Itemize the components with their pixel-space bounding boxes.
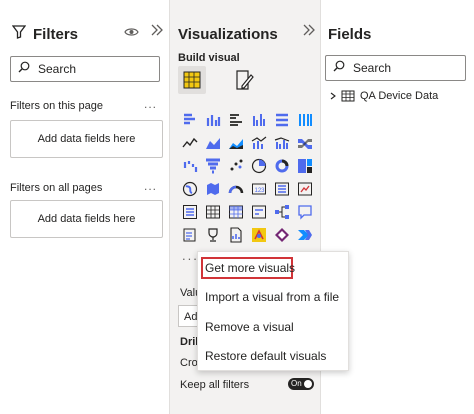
eye-icon[interactable] xyxy=(124,25,139,41)
filled-map-icon[interactable] xyxy=(201,177,224,200)
azure-map-icon[interactable] xyxy=(247,223,270,246)
power-automate-icon[interactable] xyxy=(293,223,316,246)
decomposition-tree-icon[interactable] xyxy=(270,200,293,223)
filters-page-label: Filters on this page xyxy=(10,100,103,112)
filter-icon xyxy=(11,25,27,42)
table-icon[interactable] xyxy=(201,200,224,223)
build-visual-icon xyxy=(183,71,201,89)
fields-search-input[interactable]: Search xyxy=(325,55,466,81)
area-chart-icon[interactable] xyxy=(201,131,224,154)
stacked-bar-chart-icon[interactable] xyxy=(178,108,201,131)
visualizations-title: Visualizations xyxy=(178,26,278,43)
matrix-icon[interactable] xyxy=(224,200,247,223)
ribbon-chart-icon[interactable] xyxy=(293,131,316,154)
format-visual-icon xyxy=(236,70,254,90)
build-visual-label: Build visual xyxy=(178,52,240,64)
map-icon[interactable] xyxy=(178,177,201,200)
100-stacked-column-chart-icon[interactable] xyxy=(293,108,316,131)
fields-search-placeholder: Search xyxy=(353,61,392,75)
power-apps-icon[interactable] xyxy=(270,223,293,246)
toggle-label: On xyxy=(291,379,302,388)
pie-chart-icon[interactable] xyxy=(247,154,270,177)
donut-chart-icon[interactable] xyxy=(270,154,293,177)
more-options-icon[interactable]: ... xyxy=(144,179,157,193)
stacked-area-chart-icon[interactable] xyxy=(224,131,247,154)
filters-search-input[interactable]: Search xyxy=(10,56,160,82)
keep-all-filters-toggle[interactable]: On xyxy=(288,378,314,390)
filters-search-placeholder: Search xyxy=(38,62,77,76)
clustered-bar-chart-icon[interactable] xyxy=(224,108,247,131)
clustered-column-chart-icon[interactable] xyxy=(247,108,270,131)
line-and-clustered-column-chart-icon[interactable] xyxy=(270,131,293,154)
get-more-visuals-item[interactable]: Get more visuals xyxy=(205,261,295,275)
filters-title: Filters xyxy=(33,26,79,43)
filters-page-dropzone[interactable]: Add data fields here xyxy=(10,120,163,158)
filters-all-dropzone[interactable]: Add data fields here xyxy=(10,200,163,238)
build-visual-tab[interactable] xyxy=(178,66,206,94)
format-visual-tab[interactable] xyxy=(230,66,258,94)
chevron-right-icon xyxy=(330,92,336,100)
trophy-icon[interactable] xyxy=(201,223,224,246)
restore-default-visuals-item[interactable]: Restore default visuals xyxy=(205,349,326,363)
kpi-icon[interactable] xyxy=(293,177,316,200)
drill-through-label: Dril xyxy=(180,336,199,348)
scatter-chart-icon[interactable] xyxy=(224,154,247,177)
search-icon xyxy=(18,61,30,73)
line-chart-icon[interactable] xyxy=(178,131,201,154)
qa-icon[interactable] xyxy=(293,200,316,223)
collapse-viz-icon[interactable] xyxy=(302,23,316,40)
table-name: QA Device Data xyxy=(360,90,439,102)
filters-pane: Filters Search Filters on this page ... … xyxy=(0,0,170,414)
funnel-chart-icon[interactable] xyxy=(201,154,224,177)
fields-title: Fields xyxy=(328,26,372,43)
visual-gallery: 123 xyxy=(178,108,316,246)
more-visuals-menu: Get more visuals Import a visual from a … xyxy=(197,251,349,371)
stacked-column-chart-icon[interactable] xyxy=(201,108,224,131)
r-visual-icon[interactable] xyxy=(247,200,270,223)
treemap-icon[interactable] xyxy=(293,154,316,177)
card-icon[interactable]: 123 xyxy=(247,177,270,200)
remove-visual-item[interactable]: Remove a visual xyxy=(205,320,294,334)
import-visual-item[interactable]: Import a visual from a file xyxy=(205,290,339,304)
waterfall-chart-icon[interactable] xyxy=(178,154,201,177)
more-options-icon[interactable]: ... xyxy=(144,97,157,111)
gauge-icon[interactable] xyxy=(224,177,247,200)
field-table-item[interactable]: QA Device Data xyxy=(329,90,438,102)
filters-all-label: Filters on all pages xyxy=(10,182,103,194)
line-and-column-chart-icon[interactable] xyxy=(247,131,270,154)
table-icon xyxy=(341,90,355,102)
slicer-icon[interactable] xyxy=(178,200,201,223)
search-icon xyxy=(333,60,345,72)
svg-text:123: 123 xyxy=(254,188,265,194)
collapse-filters-icon[interactable] xyxy=(150,23,164,40)
multi-row-card-icon[interactable] xyxy=(270,177,293,200)
100-stacked-bar-chart-icon[interactable] xyxy=(270,108,293,131)
cross-report-label: Cro xyxy=(180,357,198,369)
paginated-report-icon[interactable] xyxy=(224,223,247,246)
keep-all-filters-label: Keep all filters xyxy=(180,379,250,391)
smart-narrative-icon[interactable] xyxy=(178,223,201,246)
toggle-knob xyxy=(304,380,312,388)
